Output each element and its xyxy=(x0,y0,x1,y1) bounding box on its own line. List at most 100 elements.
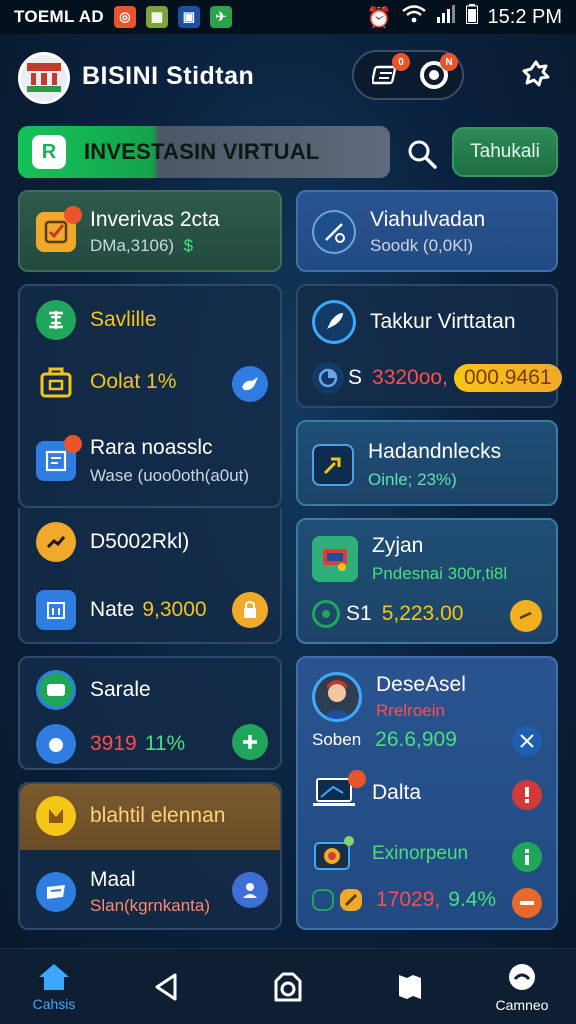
wifi-icon xyxy=(401,5,426,29)
camera-nav-icon xyxy=(274,972,302,1002)
home-icon xyxy=(39,964,69,990)
card-7-title: D5002Rkl) xyxy=(90,530,190,553)
bookmark-icon xyxy=(399,975,421,999)
nav-back[interactable] xyxy=(116,949,216,1024)
card-11-subtitle: Slan(kgrnkanta) xyxy=(90,896,211,915)
bird-icon[interactable] xyxy=(232,366,268,402)
status-left-text: TOEML AD xyxy=(14,7,104,26)
virtual-tracker-card[interactable]: Takkur Virttatan S 3320oo, 000.9461 xyxy=(296,284,562,408)
nav-profile[interactable]: Camneo xyxy=(472,949,572,1024)
back-icon xyxy=(155,973,177,1001)
chart-icon xyxy=(312,362,344,394)
card-1-symbol: $ xyxy=(183,236,194,255)
card-4-symbol: S xyxy=(348,366,363,389)
card-7-label: Nate xyxy=(90,598,135,621)
card-10-value: 26.6,909 xyxy=(375,728,457,751)
avatar xyxy=(312,672,362,722)
card-10-row2: Dalta xyxy=(372,781,422,804)
card-3-title: Savlille xyxy=(90,308,157,331)
card-9-value-red: 3919 xyxy=(90,732,137,755)
banner-label: INVESTASIN VIRTUAL xyxy=(84,139,320,164)
lock-icon[interactable] xyxy=(232,592,268,628)
minus-icon[interactable] xyxy=(512,888,542,918)
card-10-row4-red: 17029, xyxy=(376,888,441,911)
card-9-value-green: 11% xyxy=(144,732,186,755)
search-icon[interactable] xyxy=(404,136,440,172)
compass-icon xyxy=(312,210,356,254)
user-icon[interactable] xyxy=(232,872,268,908)
whatsapp-icon xyxy=(312,600,340,628)
notification-app-icon: ▦ xyxy=(145,6,168,28)
checklist-icon xyxy=(36,206,82,252)
document-icon[interactable]: 0 xyxy=(368,53,410,93)
card-10-row4-green: 9.4% xyxy=(448,888,497,911)
card-7-value: 9,3000 xyxy=(142,598,207,621)
card-11-band: blahtil elennan xyxy=(90,804,226,827)
nav-home[interactable]: Cahsis xyxy=(4,949,104,1024)
app-logo xyxy=(18,52,70,104)
nav-profile-label: Camneo xyxy=(495,997,549,1013)
card-6-subtitle: Oinle; 23%) xyxy=(368,470,457,489)
fire-icon xyxy=(36,796,76,836)
expand-icon[interactable] xyxy=(512,726,542,756)
rate-card[interactable]: D5002Rkl) Nate 9,3000 xyxy=(18,508,282,644)
alert-icon[interactable] xyxy=(512,780,542,810)
dollar-icon xyxy=(36,300,76,340)
card-4-title: Takkur Virttatan xyxy=(370,310,516,333)
investment-card-1[interactable]: Inverivas 2cta DMa,3106) $ xyxy=(18,190,282,272)
card-2-title: Viahulvadan xyxy=(370,208,486,231)
laptop-icon xyxy=(312,770,366,812)
cursor-icon xyxy=(312,444,354,486)
rocket-icon xyxy=(312,300,356,344)
card-10-label: Soben xyxy=(312,730,362,749)
card-10-subtitle: Rrelroein xyxy=(376,701,445,720)
plus-icon[interactable] xyxy=(232,724,268,760)
signal-icon xyxy=(436,5,456,29)
report-icon xyxy=(36,435,82,481)
card-8-subtitle: Pndesnai 300r,ti8l xyxy=(372,564,508,583)
nav-bookmark[interactable] xyxy=(360,949,460,1024)
grid-icon xyxy=(312,889,334,911)
handler-card[interactable]: Hadandnlecks Oinle; 23%) xyxy=(296,420,558,506)
banner-logo-icon: R xyxy=(32,135,66,169)
card-4-value: 3320oo, xyxy=(372,366,448,389)
camera-icon xyxy=(312,834,358,874)
mail-card[interactable]: blahtil elennan Maal Slan(kgrnkanta) xyxy=(18,782,282,930)
profile-summary-card[interactable]: DeseAsel Rrelroein Soben 26.6,909 Dalta … xyxy=(296,656,558,930)
sales-card[interactable]: Sarale 3919 11% xyxy=(18,656,282,770)
card-2-subtitle: Soodk (0,0Kl) xyxy=(370,236,473,255)
chat-icon[interactable]: N xyxy=(416,53,458,93)
bottom-navigation: Cahsis Camneo xyxy=(0,948,576,1024)
notification-app-icon: ▣ xyxy=(177,6,200,28)
drop-icon xyxy=(36,724,76,764)
card-5-title: Rara noasslc xyxy=(90,436,213,459)
wallet-icon xyxy=(36,670,76,710)
card-8-value: 5,223.00 xyxy=(381,602,464,625)
message-icon xyxy=(36,872,76,912)
card-10-row3: Exinorpeun xyxy=(372,843,469,864)
card-3-value: Oolat 1% xyxy=(90,370,177,393)
card-4-pill: 000.9461 xyxy=(453,364,562,392)
savings-card[interactable]: Savlille Oolat 1% Rara noasslc Wase (uoo… xyxy=(18,284,282,508)
info-icon[interactable] xyxy=(512,842,542,872)
nav-camera[interactable] xyxy=(238,949,338,1024)
card-8-symbol: S1 xyxy=(346,602,372,625)
card-1-title: Inverivas 2cta xyxy=(90,208,220,231)
app-header: BISINI Stidtan 0 N xyxy=(0,34,576,116)
notification-app-icon: ✈ xyxy=(209,6,232,28)
arrow-icon[interactable] xyxy=(510,600,542,632)
calendar-icon xyxy=(36,590,76,630)
virtual-investment-banner[interactable]: R INVESTASIN VIRTUAL xyxy=(18,126,390,178)
settings-icon[interactable] xyxy=(518,56,554,92)
tahunan-button[interactable]: Tahukali xyxy=(452,127,558,177)
card-6-title: Hadandnlecks xyxy=(368,440,502,463)
chat-badge: N xyxy=(440,53,458,71)
monitor-icon xyxy=(312,536,358,582)
zyjan-card[interactable]: Zyjan Pndesnai 300r,ti8l S1 5,223.00 xyxy=(296,518,558,644)
investment-card-2[interactable]: Viahulvadan Soodk (0,0Kl) xyxy=(296,190,558,272)
app-title: BISINI Stidtan xyxy=(82,62,255,90)
card-1-subtitle: DMa,3106) xyxy=(90,236,175,255)
card-5-subtitle: Wase (uoo0oth(a0ut) xyxy=(90,466,250,485)
card-9-title: Sarale xyxy=(90,678,151,701)
shopping-bag-icon xyxy=(36,362,76,402)
